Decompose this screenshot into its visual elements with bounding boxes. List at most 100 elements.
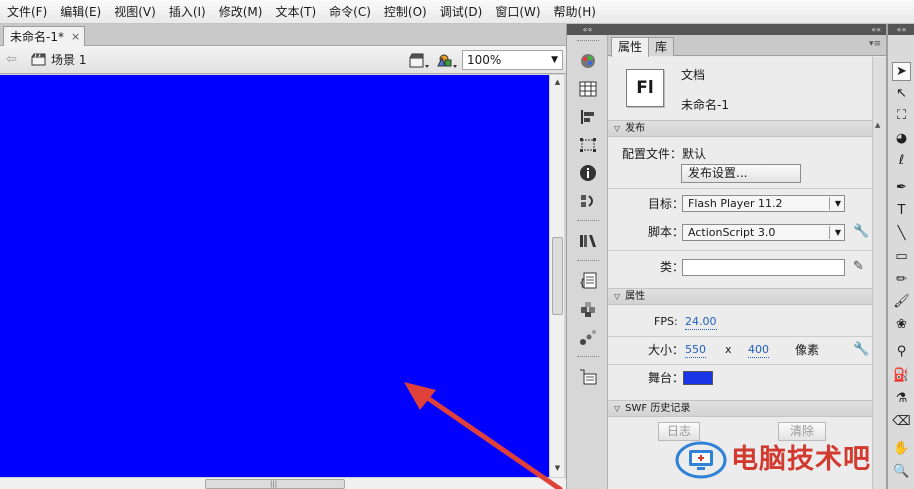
- fps-label: FPS:: [654, 315, 678, 328]
- collapse-panel-icon[interactable]: ««: [888, 24, 914, 35]
- rectangle-tool-icon[interactable]: ▭: [892, 247, 911, 266]
- menu-help[interactable]: 帮助(H): [550, 1, 600, 23]
- eraser-tool-icon[interactable]: ⌫: [892, 412, 911, 431]
- info-icon[interactable]: [578, 163, 598, 183]
- menu-text[interactable]: 文本(T): [271, 1, 320, 23]
- subselection-tool-icon[interactable]: ↖: [892, 84, 911, 103]
- wrench-icon[interactable]: 🔧: [853, 343, 869, 357]
- panel-grip[interactable]: [577, 40, 599, 43]
- class-input[interactable]: [682, 259, 845, 276]
- properties-scrollbar[interactable]: ▲: [872, 57, 886, 489]
- log-button[interactable]: 日志: [658, 422, 700, 441]
- stage-width-value[interactable]: 550: [685, 343, 706, 358]
- deco-tool-icon[interactable]: ❀: [892, 315, 911, 334]
- lasso-tool-icon[interactable]: ℓ: [892, 151, 911, 170]
- menu-edit[interactable]: 编辑(E): [56, 1, 105, 23]
- collapse-panel-icon[interactable]: ««: [567, 24, 608, 35]
- pen-tool-icon[interactable]: ✒: [892, 178, 911, 197]
- components-icon[interactable]: [578, 299, 598, 319]
- swatches-grid-icon[interactable]: [578, 79, 598, 99]
- dropdown-separator: [829, 226, 830, 239]
- brush-tool-icon[interactable]: 🖌: [892, 292, 911, 311]
- size-label: 大小：: [648, 343, 685, 357]
- zoom-tool-icon[interactable]: 🔍: [892, 462, 911, 481]
- document-tab-title: 未命名-1*: [10, 30, 64, 44]
- library-icon[interactable]: [578, 231, 598, 251]
- selection-tool-icon[interactable]: ➤: [892, 62, 911, 81]
- horizontal-scroll-thumb[interactable]: |||: [205, 479, 345, 489]
- document-type-label: 文档: [681, 68, 706, 82]
- swf-history-section-header[interactable]: ▽ SWF 历史记录: [608, 400, 872, 417]
- stage-canvas[interactable]: [0, 75, 550, 477]
- vertical-scroll-thumb[interactable]: [552, 237, 563, 315]
- menu-debug[interactable]: 调试(D): [436, 1, 487, 23]
- target-dropdown[interactable]: Flash Player 11.2 ▼: [682, 195, 845, 212]
- stage-color-swatch[interactable]: [683, 371, 713, 385]
- edit-symbol-icon[interactable]: [436, 52, 458, 69]
- profile-label: 配置文件：: [622, 147, 683, 161]
- svg-text:{: {: [579, 278, 585, 289]
- stage-vertical-scrollbar[interactable]: ▲ ▼: [549, 75, 564, 477]
- panel-grip[interactable]: [577, 220, 599, 223]
- line-tool-icon[interactable]: ╲: [892, 224, 911, 243]
- attributes-section-header[interactable]: ▽ 属性: [608, 288, 872, 305]
- panel-grip[interactable]: [577, 260, 599, 263]
- panel-icon-strip: «« {: [566, 24, 608, 489]
- align-icon[interactable]: [578, 107, 598, 127]
- publish-settings-button[interactable]: 发布设置...: [681, 164, 801, 183]
- 3d-rotation-tool-icon[interactable]: ◕: [892, 129, 911, 148]
- tab-library[interactable]: 库: [648, 37, 675, 56]
- stage-color-label: 舞台：: [648, 371, 685, 385]
- chevron-down-icon: ▼: [834, 228, 841, 237]
- divider: [608, 250, 872, 251]
- menu-insert[interactable]: 插入(I): [165, 1, 210, 23]
- divider: [608, 188, 872, 189]
- pencil-icon[interactable]: ✎: [853, 260, 867, 274]
- divider: [608, 364, 872, 365]
- close-tab-icon[interactable]: ×: [71, 30, 80, 43]
- scroll-down-icon[interactable]: ▼: [552, 463, 563, 474]
- menu-commands[interactable]: 命令(C): [325, 1, 375, 23]
- edit-scene-icon[interactable]: [408, 52, 430, 69]
- class-label: 类：: [660, 260, 685, 274]
- clear-button[interactable]: 清除: [778, 422, 826, 441]
- wrench-icon[interactable]: 🔧: [853, 225, 869, 239]
- hand-tool-icon[interactable]: ✋: [892, 439, 911, 458]
- edit-bar: ⇦ 场景 1 100% ▼: [0, 46, 566, 74]
- menu-control[interactable]: 控制(O): [380, 1, 431, 23]
- pencil-tool-icon[interactable]: ✏: [892, 270, 911, 289]
- menu-view[interactable]: 视图(V): [110, 1, 160, 23]
- actions-code-icon[interactable]: {: [578, 271, 598, 291]
- divider: [608, 336, 872, 337]
- scroll-up-icon[interactable]: ▲: [552, 77, 563, 88]
- scene-clapper-icon: [31, 53, 46, 66]
- motion-presets-icon[interactable]: [578, 327, 598, 347]
- swf-history-section-title: SWF 历史记录: [625, 403, 691, 414]
- panel-menu-icon[interactable]: ▾≡: [869, 39, 881, 49]
- bone-tool-icon[interactable]: ⚲: [892, 342, 911, 361]
- text-tool-icon[interactable]: T: [892, 201, 911, 220]
- menu-file[interactable]: 文件(F): [3, 1, 51, 23]
- publish-section-header[interactable]: ▽ 发布: [608, 120, 872, 137]
- fps-value[interactable]: 24.00: [685, 315, 717, 330]
- stage-height-value[interactable]: 400: [748, 343, 769, 358]
- menu-modify[interactable]: 修改(M): [215, 1, 267, 23]
- menu-window[interactable]: 窗口(W): [491, 1, 544, 23]
- free-transform-tool-icon[interactable]: ⛶: [892, 106, 911, 125]
- scroll-up-icon[interactable]: ▲: [875, 121, 880, 129]
- color-swatches-icon[interactable]: [578, 51, 598, 71]
- transform-icon[interactable]: [578, 135, 598, 155]
- script-dropdown[interactable]: ActionScript 3.0 ▼: [682, 224, 845, 241]
- tab-properties[interactable]: 属性: [611, 37, 650, 57]
- panel-grip[interactable]: [577, 356, 599, 359]
- zoom-dropdown[interactable]: 100% ▼: [462, 50, 563, 70]
- scene-panel-icon[interactable]: [578, 191, 598, 211]
- back-arrow-icon[interactable]: ⇦: [6, 53, 20, 67]
- paint-bucket-tool-icon[interactable]: ⛽: [892, 366, 911, 385]
- stage-horizontal-scrollbar[interactable]: |||: [0, 477, 566, 489]
- size-unit-label: 像素: [795, 343, 820, 357]
- document-tab[interactable]: 未命名-1* ×: [3, 26, 85, 46]
- collapse-panel-icon[interactable]: ««: [871, 24, 881, 35]
- project-panel-icon[interactable]: [578, 367, 598, 387]
- eyedropper-tool-icon[interactable]: ⚗: [892, 389, 911, 408]
